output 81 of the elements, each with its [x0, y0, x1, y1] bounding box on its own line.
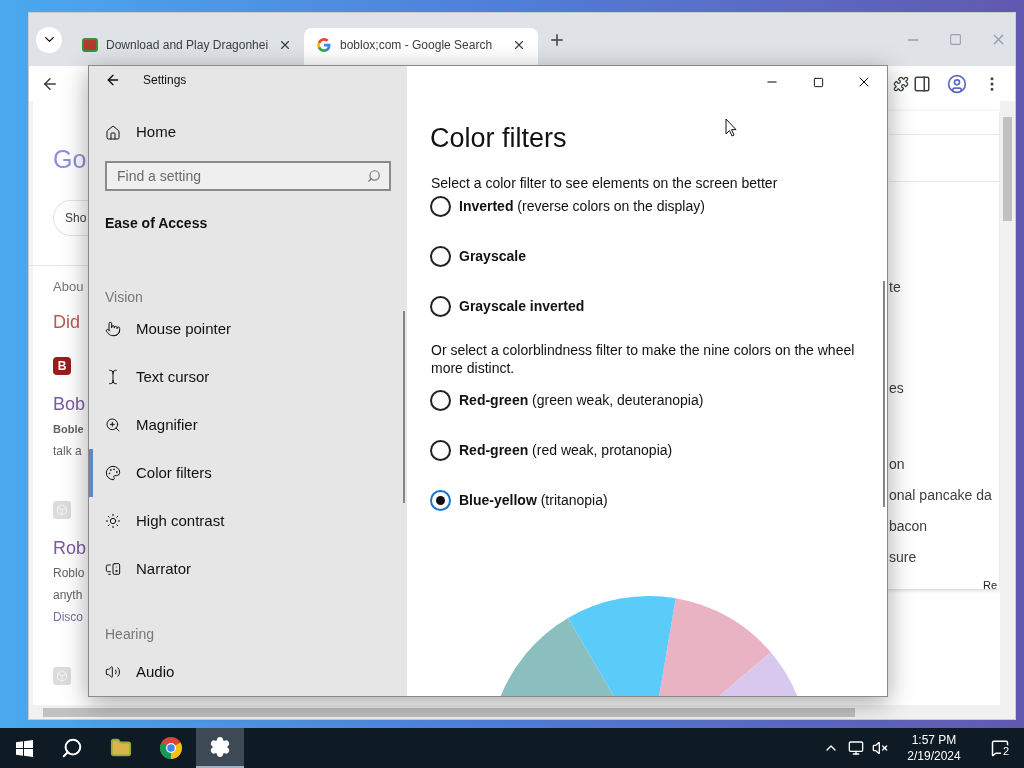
result-text: onal pancake da — [889, 486, 993, 505]
nav-item[interactable]: High contrast — [89, 497, 407, 545]
filter-label: Grayscale inverted — [459, 297, 585, 316]
mouse-cursor-icon — [725, 118, 737, 137]
filter-label: Red-green (red weak, protanopia) — [459, 441, 673, 460]
nav-item[interactable]: Narrator — [89, 545, 407, 593]
gear-icon — [209, 736, 231, 758]
tab-title: Download and Play Dragonhei — [106, 37, 270, 54]
result-title[interactable]: Bob — [53, 391, 86, 417]
muted-speaker-icon[interactable] — [872, 740, 888, 756]
tab-search-button[interactable] — [36, 26, 62, 53]
clock[interactable]: 1:57 PM 2/19/2024 — [896, 732, 972, 764]
vertical-scrollbar[interactable] — [1000, 101, 1015, 719]
horizontal-scrollbar[interactable] — [29, 705, 1000, 719]
result-title[interactable]: Rob — [53, 535, 87, 561]
hand-pointer-icon — [105, 321, 121, 337]
group-heading: Vision — [104, 289, 144, 305]
windows-logo-icon — [15, 739, 33, 757]
result-text: bacon — [889, 517, 929, 536]
network-icon[interactable] — [848, 740, 864, 756]
filter-label: Grayscale — [459, 247, 526, 266]
result-snippet: Boble — [53, 422, 84, 437]
folder-icon — [110, 737, 132, 759]
nav-item[interactable]: Audio — [89, 648, 407, 696]
close-icon[interactable] — [512, 38, 526, 52]
monitor-speaker-icon — [105, 561, 121, 577]
google-favicon-icon — [316, 37, 332, 53]
search-icon — [367, 169, 381, 183]
result-text: sure — [889, 548, 918, 567]
result-note: Re — [982, 578, 998, 593]
notification-button[interactable]: 2 — [976, 728, 1024, 768]
filter-label: Inverted (reverse colors on the display) — [459, 197, 705, 216]
search-field[interactable]: Find a setting — [105, 161, 391, 191]
game-favicon-icon — [82, 38, 98, 52]
search-icon — [61, 737, 83, 759]
chrome-logo-icon — [159, 736, 183, 760]
radio-button[interactable] — [430, 246, 451, 267]
radio-button[interactable] — [430, 296, 451, 317]
cube-icon — [53, 667, 71, 685]
filter-label: Red-green (green weak, deuteranopia) — [459, 391, 704, 410]
settings-taskbar-button[interactable] — [196, 728, 244, 768]
window-title: Settings — [143, 72, 187, 90]
sun-icon — [105, 513, 121, 529]
side-panel-icon[interactable] — [913, 74, 931, 93]
notification-count: 2 — [1001, 745, 1012, 758]
radio-button[interactable] — [430, 440, 451, 461]
radio-button[interactable] — [430, 196, 451, 217]
result-link[interactable]: Disco — [53, 607, 83, 627]
question-heading: Did — [53, 311, 80, 334]
radio-button[interactable] — [430, 490, 451, 511]
cube-icon — [53, 501, 71, 519]
maximize-icon — [812, 76, 824, 88]
intro-text: Or select a colorblindness filter to make the nine colors on the wheel more distinct. — [431, 341, 856, 377]
nav-item[interactable]: Mouse pointer — [89, 305, 407, 353]
tab-title: boblox;com - Google Search — [340, 37, 494, 54]
palette-icon — [105, 465, 121, 481]
result-text: te — [889, 278, 902, 297]
nav-item[interactable]: Text cursor — [89, 353, 407, 401]
section-title: Ease of Access — [104, 214, 209, 233]
browser-tab[interactable]: Download and Play Dragonhei — [70, 28, 304, 66]
site-favicon: B — [53, 357, 71, 375]
filter-label: Blue-yellow (tritanopia) — [459, 491, 608, 510]
result-snippet: Roblo — [53, 565, 85, 582]
profile-icon[interactable] — [947, 73, 967, 94]
group-heading: Hearing — [104, 626, 156, 642]
browser-tab[interactable]: boblox;com - Google Search — [304, 28, 538, 66]
close-icon[interactable] — [278, 38, 292, 52]
nav-item[interactable]: Magnifier — [89, 401, 407, 449]
result-text: on — [889, 455, 906, 474]
home-icon — [105, 124, 121, 141]
page-title: Color filters — [430, 122, 567, 155]
result-text: es — [889, 379, 905, 398]
puzzle-icon[interactable] — [893, 75, 909, 92]
nav-item[interactable]: Home — [89, 111, 407, 154]
result-snippet: anyth — [53, 587, 83, 604]
speaker-icon — [105, 664, 121, 680]
logo: Go — [53, 144, 87, 175]
intro-text: Select a color filter to see elements on the screen better — [431, 174, 779, 193]
radio-button[interactable] — [430, 390, 451, 411]
result-snippet: talk a — [53, 443, 82, 460]
magnifier-icon — [105, 417, 121, 433]
